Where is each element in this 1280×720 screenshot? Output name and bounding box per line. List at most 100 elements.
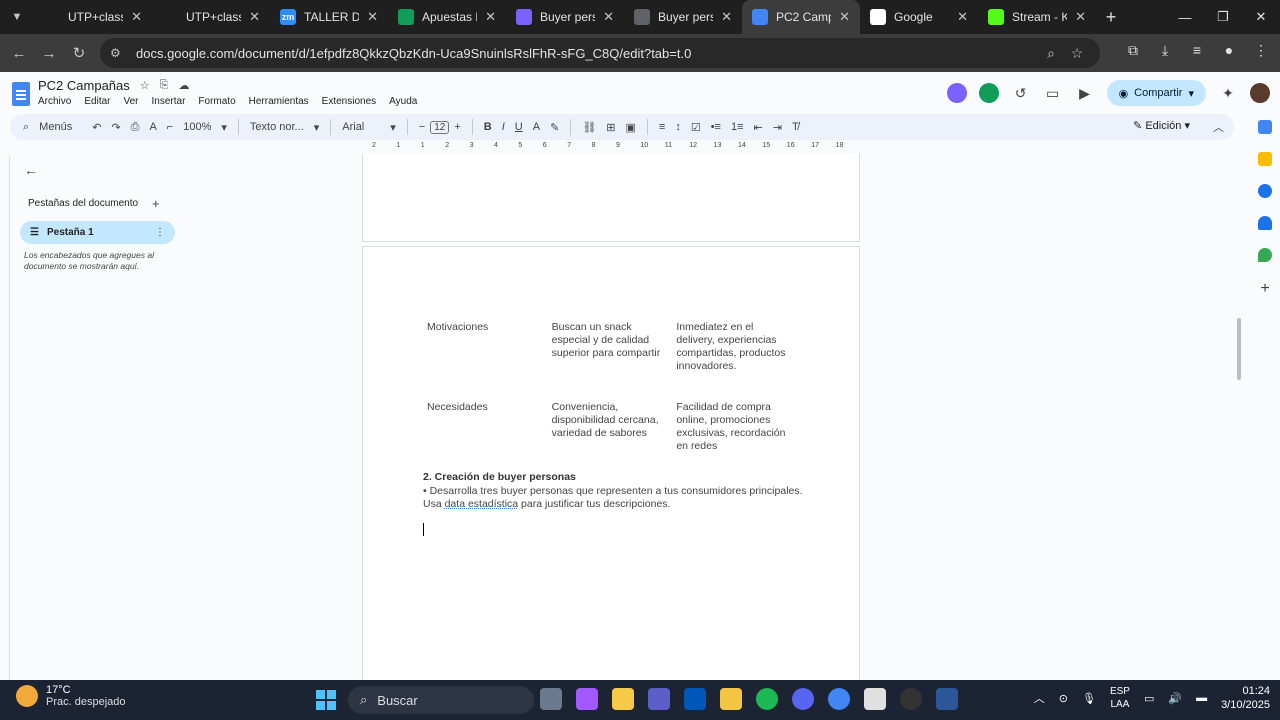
collapse-toolbar-icon[interactable]: ︿ [1213, 119, 1224, 135]
maps-icon[interactable] [1258, 248, 1272, 262]
battery-icon[interactable]: ▬ [1196, 692, 1207, 704]
tab-search-icon[interactable]: ▼ [0, 0, 34, 34]
tray-app-icon[interactable]: ⊙ [1059, 692, 1068, 705]
bookmark-star-icon[interactable]: ☆ [1064, 45, 1090, 62]
text-color-icon[interactable]: A [528, 121, 545, 133]
checklist-icon[interactable]: ☑ [686, 121, 706, 134]
language-indicator[interactable]: ESP LAA [1110, 685, 1130, 711]
task-view-icon[interactable] [540, 688, 562, 710]
tab-options-icon[interactable]: ⋮ [155, 227, 165, 238]
menu-item[interactable]: Editar [84, 96, 110, 107]
collaborator-avatar[interactable] [978, 83, 999, 103]
font-size-input[interactable]: 12 [430, 120, 450, 134]
link-icon[interactable]: ⛓ [577, 121, 601, 134]
download-icon[interactable]: ⤓ [1152, 42, 1178, 59]
close-outline-icon[interactable]: ← [24, 162, 38, 178]
redo-icon[interactable]: ↷ [106, 121, 125, 134]
style-select[interactable]: Texto nor... [245, 121, 309, 133]
collaborator-avatar[interactable] [946, 83, 967, 103]
clear-format-icon[interactable]: T̸ [787, 121, 804, 133]
chrome-icon[interactable] [828, 688, 850, 710]
star-icon[interactable]: ☆ [140, 79, 150, 92]
table-cell[interactable]: Buscan un snack especial y de calidad su… [552, 321, 677, 373]
close-tab-icon[interactable]: ✕ [131, 9, 142, 25]
page-1[interactable] [362, 154, 860, 242]
numbered-list-icon[interactable]: 1≡ [726, 121, 749, 133]
gemini-icon[interactable]: ✦ [1218, 85, 1238, 102]
browser-tab[interactable]: UTP+class :: C ✕ [152, 0, 270, 34]
close-tab-icon[interactable]: ✕ [1075, 9, 1086, 25]
close-tab-icon[interactable]: ✕ [367, 9, 378, 25]
search-menus-icon[interactable]: ⌕ [18, 121, 34, 134]
bulleted-list-icon[interactable]: •≡ [706, 121, 726, 133]
user-avatar[interactable] [1250, 83, 1270, 103]
table-cell[interactable]: Conveniencia, disponibilidad cercana, va… [552, 401, 677, 453]
menu-item[interactable]: Ver [123, 96, 138, 107]
close-tab-icon[interactable]: ✕ [839, 9, 850, 25]
highlight-icon[interactable]: ✎ [545, 121, 564, 134]
zoom-search-icon[interactable]: ⌕ [1038, 45, 1064, 62]
spotify-icon[interactable] [756, 688, 778, 710]
copilot-icon[interactable] [576, 688, 598, 710]
restore-icon[interactable]: ❐ [1204, 0, 1242, 34]
windows-start-icon[interactable] [316, 690, 336, 710]
table-cell[interactable]: Inmediatez en el delivery, experiencias … [676, 321, 801, 373]
close-tab-icon[interactable]: ✕ [721, 9, 732, 25]
store-icon[interactable] [612, 688, 634, 710]
underline-icon[interactable]: U [510, 121, 528, 133]
move-folder-icon[interactable]: ⎘ [160, 79, 169, 92]
clock[interactable]: 01:24 3/10/2025 [1221, 684, 1270, 712]
profile-icon[interactable]: ● [1216, 42, 1242, 59]
menus-search-label[interactable]: Menús [34, 121, 77, 133]
omnibox[interactable]: ⚙ docs.google.com/document/d/1efpdfz8Qkk… [100, 38, 1100, 68]
table-cell[interactable]: Facilidad de compra online, promociones … [676, 401, 801, 453]
menu-item[interactable]: Herramientas [249, 96, 309, 107]
browser-menu-icon[interactable]: ⋮ [1248, 42, 1274, 59]
share-button[interactable]: ◉ Compartir ▾ [1106, 80, 1206, 106]
keep-icon[interactable] [1258, 152, 1272, 166]
document-tab-item[interactable]: ☰ Pestaña 1 ⋮ [20, 221, 175, 244]
menu-item[interactable]: Extensiones [322, 96, 376, 107]
increase-indent-icon[interactable]: ⇥ [768, 121, 787, 134]
browser-tab[interactable]: UTP+class :: C ✕ [34, 0, 152, 34]
spellcheck-icon[interactable]: A [144, 121, 161, 133]
close-tab-icon[interactable]: ✕ [249, 9, 260, 25]
zoom-select[interactable]: 100% [178, 121, 216, 133]
reload-icon[interactable]: ↻ [64, 44, 94, 62]
cloud-status-icon[interactable]: ☁ [178, 79, 189, 92]
network-icon[interactable]: ▭ [1144, 692, 1154, 705]
file-explorer-icon[interactable] [720, 688, 742, 710]
undo-icon[interactable]: ↶ [87, 121, 106, 134]
bold-icon[interactable]: B [479, 121, 497, 133]
decrease-font-icon[interactable]: − [414, 121, 430, 133]
taskbar-search[interactable]: ⌕ Buscar [348, 686, 534, 714]
back-icon[interactable]: ← [4, 45, 34, 62]
media-icon[interactable]: ≡ [1184, 42, 1210, 59]
tray-expand-icon[interactable]: ︿ [1034, 690, 1045, 706]
editing-mode-select[interactable]: ✎ Edición ▾ [1133, 119, 1190, 132]
browser-tab[interactable]: zm TALLER DE C/ ✕ [270, 0, 388, 34]
add-addon-icon[interactable]: + [1260, 280, 1269, 298]
font-select[interactable]: Arial [337, 121, 385, 133]
align-icon[interactable]: ≡ [654, 121, 670, 133]
table-cell[interactable]: Necesidades [427, 401, 552, 453]
spellcheck-flagged-text[interactable]: data estadística [445, 498, 519, 510]
weather-widget[interactable]: 17°C Prac. despejado [16, 684, 126, 708]
browser-tab[interactable]: Buyer person ✕ [506, 0, 624, 34]
add-tab-icon[interactable]: + [152, 196, 160, 211]
sheets-calendar-icon[interactable] [1258, 120, 1272, 134]
menu-item[interactable]: Ayuda [389, 96, 417, 107]
extensions-icon[interactable]: ⧉ [1120, 42, 1146, 59]
microphone-icon[interactable]: 🎙 [1082, 692, 1096, 705]
browser-tab[interactable]: Buyer person ✕ [624, 0, 742, 34]
menu-item[interactable]: Insertar [152, 96, 186, 107]
comment-add-icon[interactable]: ⊞ [601, 121, 620, 134]
menu-item[interactable]: Formato [198, 96, 235, 107]
obs-icon[interactable] [900, 688, 922, 710]
decrease-indent-icon[interactable]: ⇤ [749, 121, 768, 134]
browser-tab[interactable]: Google ✕ [860, 0, 978, 34]
document-title[interactable]: PC2 Campañas [38, 78, 130, 93]
site-info-icon[interactable]: ⚙ [110, 46, 128, 60]
history-icon[interactable]: ↺ [1011, 85, 1031, 102]
browser-tab[interactable]: Apuestas De ✕ [388, 0, 506, 34]
